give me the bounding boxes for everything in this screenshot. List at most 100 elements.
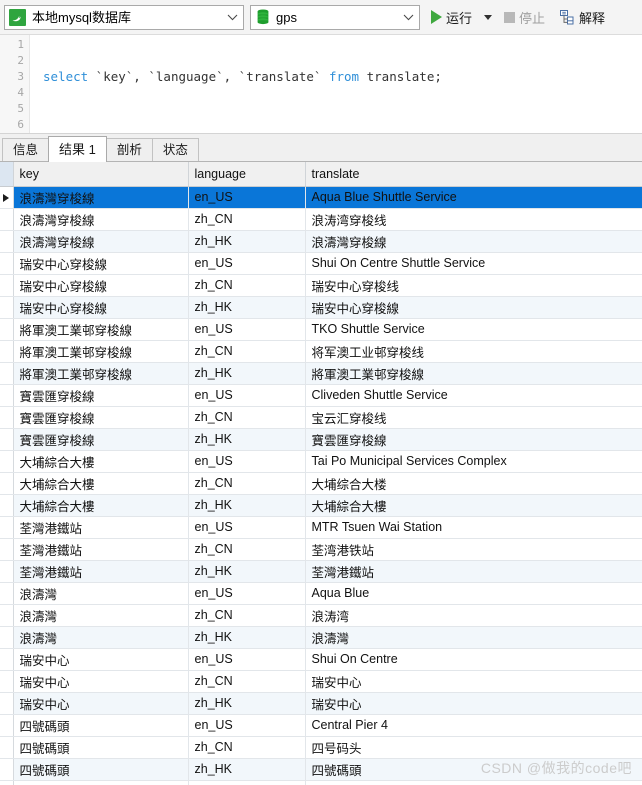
cell-translate[interactable]: 大埔综合大楼 — [305, 472, 642, 495]
row-indicator-cell[interactable] — [0, 362, 14, 385]
row-indicator-cell[interactable] — [0, 318, 14, 341]
cell-language[interactable]: zh_CN — [188, 736, 306, 759]
cell-language[interactable]: en_US — [188, 648, 306, 671]
table-row[interactable]: 瑞安中心 en_US Shui On Centre — [0, 648, 642, 671]
cell-language[interactable]: en_US — [188, 252, 306, 275]
row-indicator-cell[interactable] — [0, 736, 14, 759]
cell-translate[interactable]: TKO Shuttle Service — [305, 318, 642, 341]
row-indicator-cell[interactable] — [0, 780, 14, 785]
cell-translate[interactable]: 四號碼頭 — [305, 758, 642, 781]
cell-language[interactable]: zh_CN — [188, 472, 306, 495]
cell-language[interactable]: en_US — [188, 384, 306, 407]
cell-key[interactable]: 寶雲匯穿梭線 — [13, 384, 189, 407]
table-row[interactable]: 大埔綜合大樓 en_US Tai Po Municipal Services Com… — [0, 450, 642, 473]
cell-key[interactable]: 大埔綜合大樓 — [13, 450, 189, 473]
run-dropdown-button[interactable] — [481, 4, 495, 30]
cell-key[interactable]: 浪濤灣穿梭線 — [13, 208, 189, 231]
table-row[interactable]: 瑞安中心穿梭線 zh_CN 瑞安中心穿梭线 — [0, 274, 642, 297]
row-indicator-cell[interactable] — [0, 582, 14, 605]
cell-translate[interactable]: 宝云汇穿梭线 — [305, 406, 642, 429]
cell-translate[interactable]: 四号码头 — [305, 736, 642, 759]
row-indicator-cell[interactable] — [0, 692, 14, 715]
sql-editor[interactable]: 1 2 3 4 5 6 7 select `key`, `language`, … — [0, 35, 642, 134]
cell-key[interactable]: 浪濤灣穿梭線 — [13, 230, 189, 253]
cell-translate[interactable]: Shui On Centre — [305, 648, 642, 671]
connection-select[interactable]: 本地mysql数据库 — [4, 4, 244, 30]
cell-translate[interactable]: 荃灣港鐵站 — [305, 560, 642, 583]
cell-language[interactable]: zh_HK — [188, 560, 306, 583]
chevron-down-icon[interactable] — [400, 6, 416, 29]
cell-translate[interactable]: 荃湾港铁站 — [305, 538, 642, 561]
cell-key[interactable]: 荃灣港鐵站 — [13, 538, 189, 561]
cell-translate[interactable]: 浪涛湾 — [305, 604, 642, 627]
row-indicator-cell[interactable] — [0, 604, 14, 627]
cell-translate[interactable]: Shui On Centre Shuttle Service — [305, 252, 642, 275]
cell-translate[interactable]: 瑞安中心 — [305, 670, 642, 693]
cell-language[interactable]: zh_CN — [188, 208, 306, 231]
table-row[interactable]: 浪濤灣 zh_HK 浪濤灣 — [0, 626, 642, 649]
cell-key[interactable]: 將軍澳工業邨穿梭線 — [13, 362, 189, 385]
database-select[interactable]: gps — [250, 4, 420, 30]
cell-language[interactable]: en_US — [188, 450, 306, 473]
table-row[interactable]: 浪濤灣 zh_CN 浪涛湾 — [0, 604, 642, 627]
cell-key[interactable]: 將軍澳工業邨穿梭線 — [13, 318, 189, 341]
cell-key[interactable]: 四號碼頭 — [13, 758, 189, 781]
cell-key[interactable]: 四號碼頭 — [13, 736, 189, 759]
cell-key[interactable]: 瑞安中心 — [13, 692, 189, 715]
cell-language[interactable]: zh_CN — [188, 604, 306, 627]
tab-info[interactable]: 信息 — [2, 138, 50, 161]
row-indicator-cell[interactable] — [0, 274, 14, 297]
column-header-language[interactable]: language — [188, 162, 306, 187]
table-row[interactable]: 浪濤灣穿梭線 zh_HK 浪濤灣穿梭線 — [0, 230, 642, 253]
tab-result-1[interactable]: 结果 1 — [48, 136, 107, 162]
cell-key[interactable]: 寶雲匯穿梭線 — [13, 406, 189, 429]
run-button[interactable]: 运行 — [426, 4, 475, 30]
explain-button[interactable]: 解释 — [554, 4, 608, 30]
cell-translate[interactable]: 大埔綜合大樓 — [305, 494, 642, 517]
cell-language[interactable]: en_US — [188, 516, 306, 539]
table-row[interactable]: 大埔綜合大樓 zh_CN 大埔综合大楼 — [0, 472, 642, 495]
table-row[interactable]: 將軍澳工業邨穿梭線 zh_CN 将军澳工业邨穿梭线 — [0, 340, 642, 363]
cell-language[interactable] — [188, 780, 306, 785]
table-row[interactable]: 瑞安中心穿梭線 en_US Shui On Centre Shuttle Servi… — [0, 252, 642, 275]
row-indicator-cell[interactable] — [0, 494, 14, 517]
cell-translate[interactable]: 瑞安中心 — [305, 692, 642, 715]
cell-key[interactable] — [13, 780, 189, 785]
table-row[interactable]: 瑞安中心穿梭線 zh_HK 瑞安中心穿梭線 — [0, 296, 642, 319]
cell-language[interactable]: zh_HK — [188, 296, 306, 319]
cell-translate[interactable]: 浪濤灣 — [305, 626, 642, 649]
row-indicator-cell[interactable] — [0, 252, 14, 275]
row-indicator-cell[interactable] — [0, 230, 14, 253]
cell-translate[interactable]: Cliveden Shuttle Service — [305, 384, 642, 407]
table-row[interactable]: 荃灣港鐵站 zh_CN 荃湾港铁站 — [0, 538, 642, 561]
row-indicator-cell[interactable] — [0, 472, 14, 495]
cell-language[interactable]: en_US — [188, 582, 306, 605]
cell-language[interactable]: zh_HK — [188, 362, 306, 385]
cell-key[interactable]: 瑞安中心穿梭線 — [13, 296, 189, 319]
cell-translate[interactable]: 浪濤灣穿梭線 — [305, 230, 642, 253]
cell-key[interactable]: 荃灣港鐵站 — [13, 560, 189, 583]
table-row[interactable]: 荃灣港鐵站 en_US MTR Tsuen Wai Station — [0, 516, 642, 539]
cell-language[interactable]: en_US — [188, 714, 306, 737]
result-grid-container[interactable]: key language translate 浪濤灣穿梭線 en_US Aqua B… — [0, 162, 642, 785]
table-row[interactable]: 四號碼頭 en_US Central Pier 4 — [0, 714, 642, 737]
cell-key[interactable]: 大埔綜合大樓 — [13, 472, 189, 495]
row-indicator-cell[interactable] — [0, 758, 14, 781]
cell-language[interactable]: zh_HK — [188, 494, 306, 517]
column-header-key[interactable]: key — [13, 162, 189, 187]
table-row[interactable]: 四號碼頭 zh_CN 四号码头 — [0, 736, 642, 759]
table-row[interactable]: 浪濤灣 en_US Aqua Blue — [0, 582, 642, 605]
sql-statement[interactable]: select `key`, `language`, `translate` fr… — [43, 69, 642, 85]
cell-language[interactable]: zh_CN — [188, 340, 306, 363]
tab-profile[interactable]: 剖析 — [105, 138, 153, 161]
cell-key[interactable]: 瑞安中心 — [13, 648, 189, 671]
table-row[interactable]: 大埔綜合大樓 zh_HK 大埔綜合大樓 — [0, 494, 642, 517]
cell-key[interactable]: 浪濤灣 — [13, 626, 189, 649]
cell-language[interactable]: en_US — [188, 318, 306, 341]
row-indicator-cell[interactable] — [0, 450, 14, 473]
cell-key[interactable]: 瑞安中心 — [13, 670, 189, 693]
cell-key[interactable]: 大埔綜合大樓 — [13, 494, 189, 517]
cell-translate[interactable]: 浪涛湾穿梭线 — [305, 208, 642, 231]
cell-translate[interactable]: Aqua Blue Shuttle Service — [305, 186, 642, 209]
cell-language[interactable]: zh_HK — [188, 626, 306, 649]
